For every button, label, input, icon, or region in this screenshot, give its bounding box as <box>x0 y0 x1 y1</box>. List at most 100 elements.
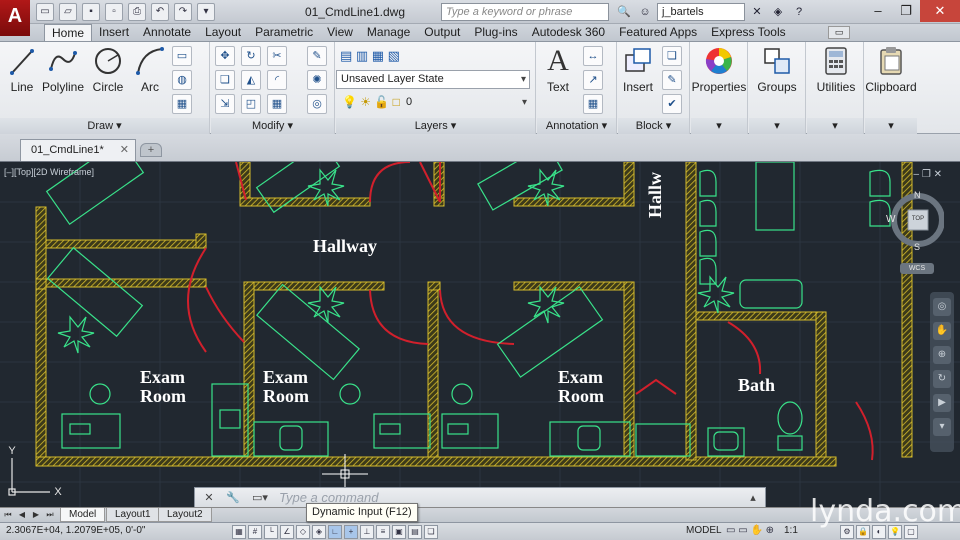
panel-title-block[interactable]: Block ▾ <box>618 118 689 134</box>
zoom-icon[interactable]: ⊕ <box>933 346 951 364</box>
fillet-icon[interactable]: ◜ <box>267 70 287 90</box>
tab-annotate[interactable]: Annotate <box>136 24 198 41</box>
tab-insert[interactable]: Insert <box>92 24 136 41</box>
panel-title-properties[interactable]: ▾ <box>691 118 747 134</box>
panel-title-groups[interactable]: ▾ <box>749 118 805 134</box>
ducs-icon[interactable]: ⊥ <box>360 525 374 539</box>
stretch-icon[interactable]: ⇲ <box>215 94 235 114</box>
close-icon[interactable]: ✕ <box>920 0 960 22</box>
binoculars-icon[interactable]: 🔍 <box>615 3 633 21</box>
exchange-icon[interactable]: ✕ <box>748 3 766 21</box>
dimension-icon[interactable]: ↔ <box>583 46 603 66</box>
help-icon[interactable]: ? <box>790 3 808 21</box>
panel-title-utilities[interactable]: ▾ <box>807 118 863 134</box>
tab-home[interactable]: Home <box>44 24 93 41</box>
first-layout-icon[interactable]: ⏮ <box>2 509 14 521</box>
showmotion-icon[interactable]: ▶ <box>933 394 951 412</box>
array-icon[interactable]: ▦ <box>267 94 287 114</box>
orbit-icon[interactable]: ↻ <box>933 370 951 388</box>
wrench-icon[interactable]: 🔧 <box>225 490 241 506</box>
polyline-button[interactable]: Polyline <box>40 45 86 94</box>
subscription-icon[interactable]: ◈ <box>769 3 787 21</box>
hatch-icon[interactable]: ◍ <box>172 70 192 90</box>
tab-parametric[interactable]: Parametric <box>248 24 320 41</box>
properties-button[interactable]: Properties <box>691 45 747 94</box>
tab-express-tools[interactable]: Express Tools <box>704 24 792 41</box>
rotate-icon[interactable]: ↻ <box>241 46 261 66</box>
drawing-canvas[interactable]: Y X [–][Top][2D Wireframe] – ❐ ✕ Hallway… <box>0 162 960 522</box>
steering-wheel-icon[interactable]: ◎ <box>933 298 951 316</box>
model-space-toggle[interactable]: MODEL <box>686 525 722 536</box>
selection-cycling-icon[interactable]: ❏ <box>424 525 438 539</box>
edit-block-icon[interactable]: ✎ <box>662 70 682 90</box>
search-input[interactable]: Type a keyword or phrase <box>441 3 609 21</box>
current-layer-dropdown[interactable]: 0 <box>402 94 530 113</box>
viewcube[interactable]: TOP N S W WCS <box>880 188 944 274</box>
circle-button[interactable]: Circle <box>86 45 130 94</box>
boundary-icon[interactable]: ▦ <box>172 94 192 114</box>
prev-layout-icon[interactable]: ◀ <box>16 509 28 521</box>
erase-icon[interactable]: ✎ <box>307 46 327 66</box>
viewport-controls-label[interactable]: [–][Top][2D Wireframe] <box>4 167 94 177</box>
scale-icon[interactable]: ◰ <box>241 94 261 114</box>
viewcube-north[interactable]: N <box>914 190 921 200</box>
attribute-icon[interactable]: ✔ <box>662 94 682 114</box>
quick-view-layouts-icon[interactable]: ▭ ▭ ✋ ⊕ <box>726 525 774 536</box>
panel-title-clipboard[interactable]: ▾ <box>865 118 917 134</box>
clipboard-button[interactable]: Clipboard <box>865 45 917 94</box>
groups-button[interactable]: Groups <box>755 45 799 94</box>
transparency-icon[interactable]: ▣ <box>392 525 406 539</box>
leader-icon[interactable]: ↗ <box>583 70 603 90</box>
dynamic-input-icon[interactable]: + <box>344 525 358 539</box>
file-tab[interactable]: 01_CmdLine1* ✕ <box>20 139 136 161</box>
tab-output[interactable]: Output <box>417 24 467 41</box>
print-icon[interactable]: ⎙ <box>128 3 146 21</box>
last-layout-icon[interactable]: ⏭ <box>44 509 56 521</box>
ortho-icon[interactable]: └ <box>264 525 278 539</box>
nav-customize-icon[interactable]: ▾ <box>933 418 951 436</box>
tab-view[interactable]: View <box>320 24 360 41</box>
tab-manage[interactable]: Manage <box>360 24 417 41</box>
arc-button[interactable]: Arc <box>128 45 172 94</box>
panel-title-modify[interactable]: Modify ▾ <box>211 118 334 134</box>
rectangle-icon[interactable]: ▭ <box>172 46 192 66</box>
new-tab-button[interactable]: + <box>140 143 162 157</box>
insert-button[interactable]: Insert <box>618 45 658 94</box>
app-menu-logo[interactable]: A <box>0 0 30 36</box>
next-layout-icon[interactable]: ▶ <box>30 509 42 521</box>
user-icon[interactable]: ☺ <box>636 3 654 21</box>
layer-state-dropdown[interactable]: Unsaved Layer State <box>336 70 530 89</box>
command-prompt-icon[interactable]: ▭▾ <box>249 490 271 506</box>
close-icon[interactable]: ✕ <box>120 140 129 160</box>
line-button[interactable]: Line <box>0 45 44 94</box>
tab-autodesk-360[interactable]: Autodesk 360 <box>525 24 612 41</box>
quick-properties-icon[interactable]: ▤ <box>408 525 422 539</box>
otrack-icon[interactable]: ∟ <box>328 525 342 539</box>
minimize-icon[interactable]: – <box>864 0 892 22</box>
3d-osnap-icon[interactable]: ◈ <box>312 525 326 539</box>
create-block-icon[interactable]: ❏ <box>662 46 682 66</box>
tab-featured-apps[interactable]: Featured Apps <box>612 24 704 41</box>
layout-tab-layout2[interactable]: Layout2 <box>158 508 212 522</box>
trim-icon[interactable]: ✂ <box>267 46 287 66</box>
move-icon[interactable]: ✥ <box>215 46 235 66</box>
redo-icon[interactable]: ↷ <box>174 3 192 21</box>
undo-icon[interactable]: ↶ <box>151 3 169 21</box>
copy-icon[interactable]: ❏ <box>215 70 235 90</box>
snap-icon[interactable]: ▦ <box>232 525 246 539</box>
user-name-field[interactable]: j_bartels <box>657 3 745 21</box>
osnap-icon[interactable]: ◇ <box>296 525 310 539</box>
close-icon[interactable]: ✕ <box>201 490 217 506</box>
wcs-menu[interactable]: WCS <box>900 263 934 274</box>
viewcube-top-face[interactable]: TOP <box>908 216 928 222</box>
panel-title-annotation[interactable]: Annotation ▾ <box>537 118 616 134</box>
viewcube-south[interactable]: S <box>914 242 920 252</box>
panel-title-draw[interactable]: Draw ▾ <box>0 118 209 134</box>
mirror-icon[interactable]: ◭ <box>241 70 261 90</box>
explode-icon[interactable]: ✺ <box>307 70 327 90</box>
offset-icon[interactable]: ◎ <box>307 94 327 114</box>
command-history-icon[interactable]: ▴ <box>745 490 761 506</box>
open-icon[interactable]: ▱ <box>59 3 77 21</box>
maximize-icon[interactable]: ❐ <box>892 0 920 22</box>
qat-dropdown-icon[interactable]: ▾ <box>197 3 215 21</box>
